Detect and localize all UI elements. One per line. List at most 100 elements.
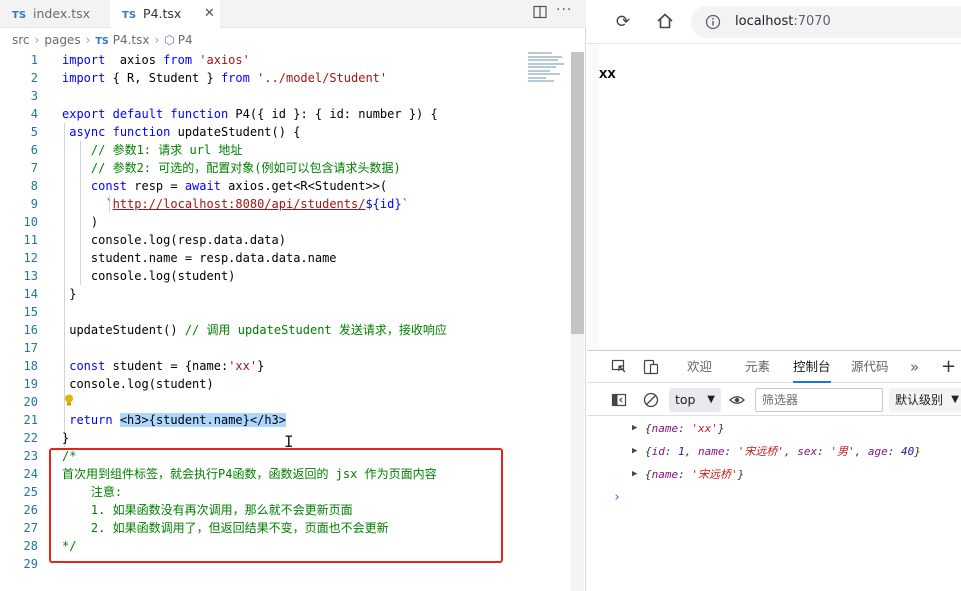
console-token: { — [645, 468, 652, 481]
code-text: } — [62, 285, 76, 303]
code-line[interactable]: 21 return <h3>{student.name}</h3> — [0, 411, 560, 429]
url-host: localhost — [735, 14, 794, 29]
text-cursor-icon: I — [284, 432, 294, 451]
sidebar-toggle-icon[interactable] — [611, 392, 627, 408]
code-line[interactable]: 7 // 参数2: 可选的，配置对象(例如可以包含请求头数据) — [0, 159, 560, 177]
code-line[interactable]: 4 export default function P4({ id }: { id… — [0, 105, 560, 123]
clear-console-icon[interactable] — [643, 392, 659, 408]
console-prompt[interactable]: › — [587, 486, 961, 509]
tab-sources[interactable]: 源代码 — [851, 351, 889, 383]
line-number: 10 — [23, 215, 38, 229]
breadcrumb-symbol[interactable]: P4 — [178, 33, 193, 47]
code-token: updateStudent() — [62, 323, 185, 337]
console-token: { — [645, 445, 652, 458]
eye-icon[interactable] — [729, 392, 745, 408]
split-editor-icon[interactable] — [533, 5, 547, 23]
code-text: export default function P4({ id }: { id:… — [62, 105, 438, 123]
code-line[interactable]: 22} — [0, 429, 560, 447]
scroll-thumb[interactable] — [571, 52, 584, 334]
address-bar[interactable]: localhost:7070 — [691, 6, 961, 38]
info-icon[interactable] — [705, 14, 721, 30]
code-line[interactable]: 19 console.log(student) — [0, 375, 560, 393]
code-line[interactable]: 3 — [0, 87, 560, 105]
expand-triangle-icon[interactable]: ▶ — [632, 440, 637, 463]
console-token: , — [684, 445, 698, 458]
code-line[interactable]: 5 async function updateStudent() { — [0, 123, 560, 141]
console-token: : — [887, 445, 901, 458]
code-token: axios.get<R<Student>>( — [220, 179, 388, 193]
minimap[interactable] — [528, 52, 568, 88]
code-line[interactable]: 20 — [0, 393, 560, 411]
code-line[interactable]: 16 updateStudent() // 调用 updateStudent 发… — [0, 321, 560, 339]
inspect-icon[interactable] — [611, 359, 627, 375]
context-select[interactable]: top ▼ — [669, 388, 721, 412]
tab-console[interactable]: 控制台 — [793, 351, 831, 383]
log-level-select[interactable]: 默认级别 ▼ — [889, 388, 961, 412]
expand-triangle-icon[interactable]: ▶ — [632, 463, 637, 486]
tab-index-tsx[interactable]: TS index.tsx — [0, 0, 108, 28]
code-text: console.log(student) — [62, 267, 236, 285]
add-tab-icon[interactable]: + — [941, 351, 956, 383]
code-text: console.log(student) — [62, 375, 214, 393]
console-token: '宋远桥' — [737, 445, 784, 458]
code-text: console.log(resp.data.data) — [62, 231, 286, 249]
line-number: 28 — [23, 539, 38, 553]
code-line[interactable]: 12 student.name = resp.data.data.name — [0, 249, 560, 267]
more-icon[interactable]: ··· — [556, 2, 572, 18]
code-line[interactable]: 14 } — [0, 285, 560, 303]
console-log-entry[interactable]: ▶ {id: 1, name: '宋远桥', sex: '男', age: 40} — [587, 440, 961, 463]
tab-welcome[interactable]: 欢迎 — [687, 351, 712, 383]
editor-scrollbar[interactable] — [571, 52, 584, 591]
console-token: 'xx' — [691, 422, 718, 435]
device-toolbar-icon[interactable] — [643, 359, 659, 375]
caret-down-icon: ▼ — [951, 394, 959, 405]
code-token: { R, Student } — [105, 71, 221, 85]
console-filter-input[interactable]: 筛选器 — [755, 388, 883, 412]
lightbulb-icon[interactable] — [64, 394, 74, 406]
code-line[interactable]: 6 // 参数1: 请求 url 地址 — [0, 141, 560, 159]
code-text: updateStudent() // 调用 updateStudent 发送请求… — [62, 321, 447, 339]
code-token: const — [69, 359, 106, 373]
console-log-entry[interactable]: ▶ {name: 'xx'} — [587, 417, 961, 440]
console-log-entry[interactable]: ▶ {name: '宋远桥'} — [587, 463, 961, 486]
code-line[interactable]: 10 ) — [0, 213, 560, 231]
code-line[interactable]: 8 const resp = await axios.get<R<Student… — [0, 177, 560, 195]
symbol-cube-icon: ⬡ — [164, 33, 175, 47]
console-object-preview: {id: 1, name: '宋远桥', sex: '男', age: 40} — [645, 440, 921, 463]
code-token: console.log(student) — [62, 269, 236, 283]
code-line[interactable]: 17 — [0, 339, 560, 357]
tab-p4-tsx[interactable]: TS P4.tsx ✕ — [110, 0, 220, 28]
breadcrumb-src[interactable]: src — [12, 33, 30, 47]
breadcrumb-file[interactable]: P4.tsx — [113, 33, 150, 47]
code-token: resp = — [127, 179, 185, 193]
line-number: 24 — [23, 467, 38, 481]
breadcrumb-pages[interactable]: pages — [44, 33, 80, 47]
reload-icon[interactable]: ⟳ — [613, 12, 633, 32]
console-token: '男' — [830, 445, 855, 458]
console-token: : — [664, 445, 679, 458]
code-token: } — [62, 431, 70, 445]
code-line[interactable]: 13 console.log(student) — [0, 267, 560, 285]
console-token: name — [651, 422, 679, 435]
close-icon[interactable]: ✕ — [204, 0, 215, 28]
line-number: 8 — [30, 179, 38, 193]
line-number: 3 — [30, 89, 38, 103]
home-icon[interactable] — [655, 12, 675, 32]
code-text: import { R, Student } from '../model/Stu… — [62, 69, 387, 87]
code-line[interactable]: 1 import axios from 'axios' — [0, 51, 560, 69]
console-token: sex — [797, 445, 818, 458]
code-line[interactable]: 2 import { R, Student } from '../model/St… — [0, 69, 560, 87]
line-number: 19 — [23, 377, 38, 391]
code-editor[interactable]: TS index.tsx TS P4.tsx ✕ ··· src › pages › TS P… — [0, 0, 586, 591]
code-token: from — [163, 53, 193, 67]
code-text: } — [62, 429, 69, 447]
code-line[interactable]: 18 const student = {name:'xx'} — [0, 357, 560, 375]
code-line[interactable]: 11 console.log(resp.data.data) — [0, 231, 560, 249]
tab-elements[interactable]: 元素 — [745, 351, 770, 383]
console-token: 1 — [678, 445, 685, 458]
code-line[interactable]: 9 `http://localhost:8080/api/students/${… — [0, 195, 560, 213]
expand-triangle-icon[interactable]: ▶ — [632, 417, 637, 440]
code-line[interactable]: 15 — [0, 303, 560, 321]
more-tabs-icon[interactable]: » — [910, 351, 919, 383]
